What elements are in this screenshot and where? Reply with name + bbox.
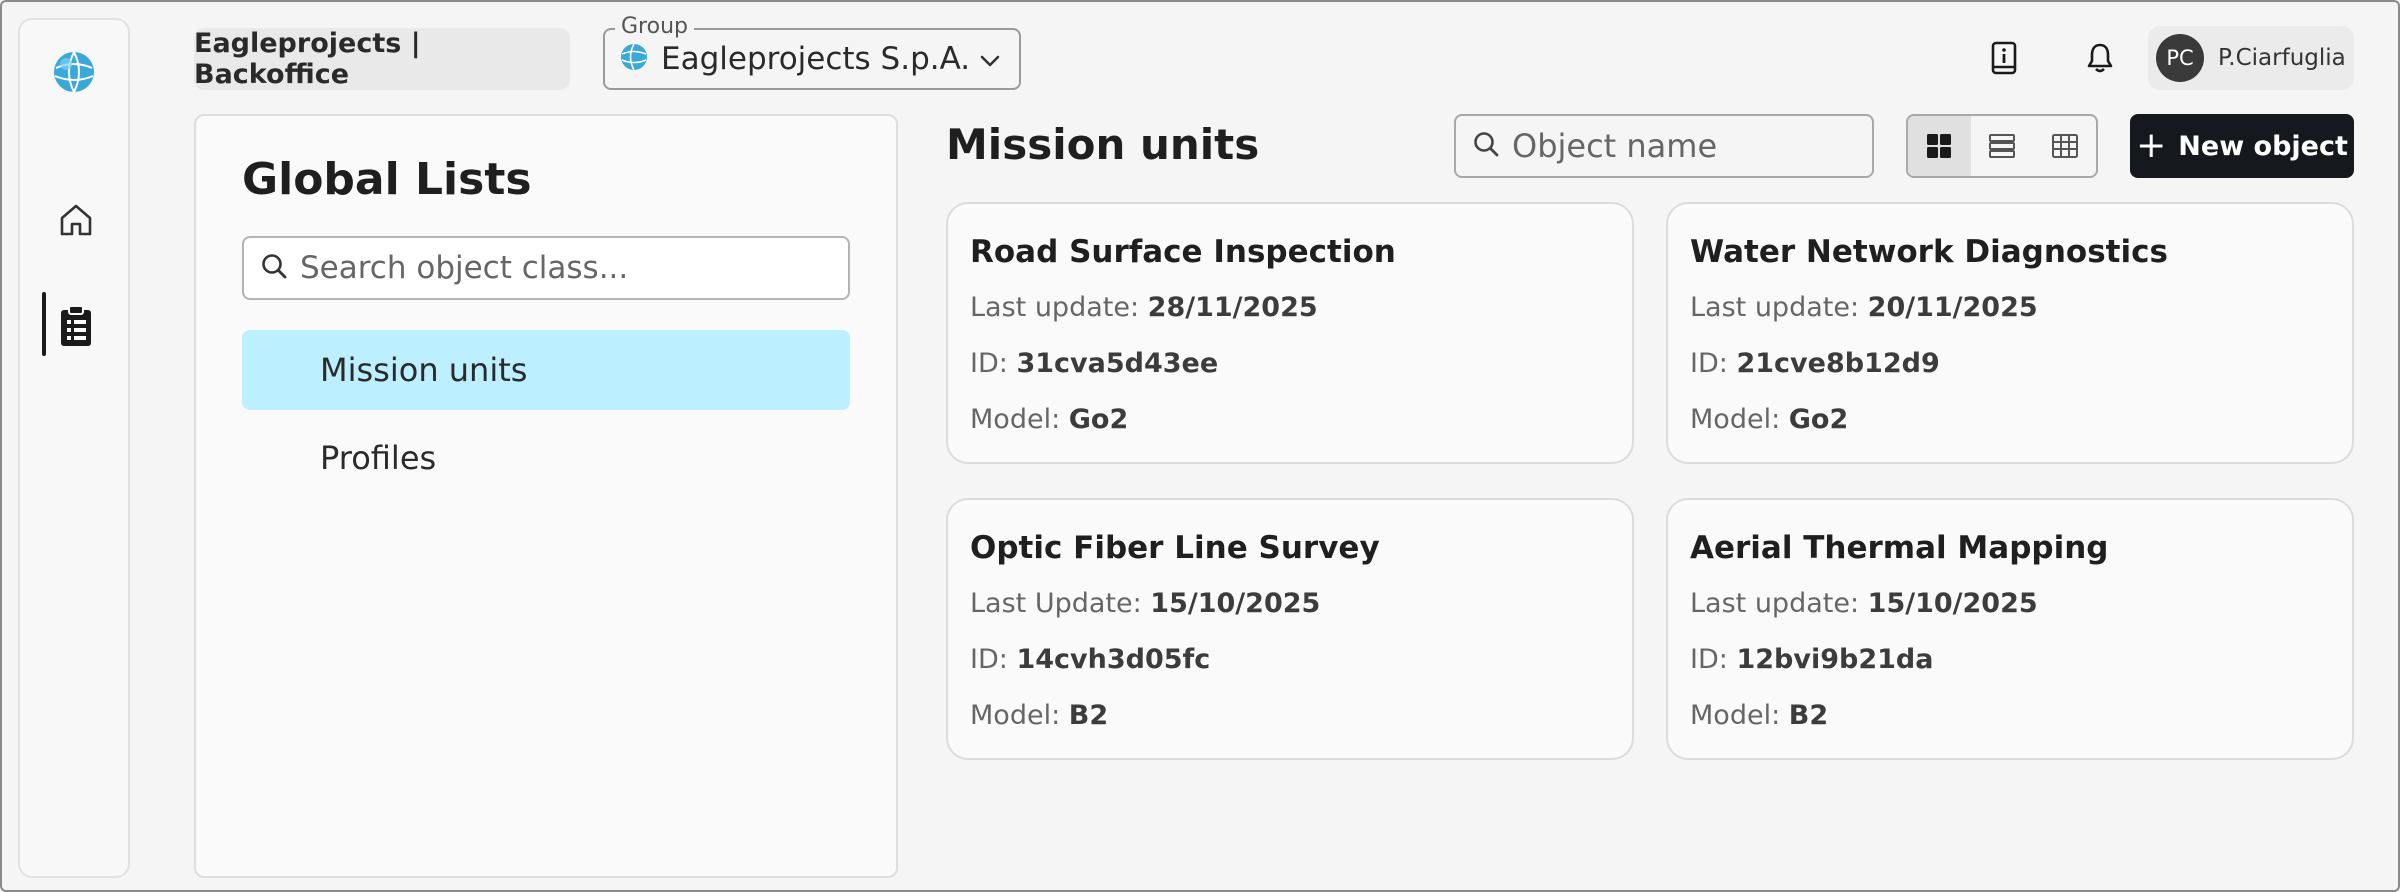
card-last-update: Last Update: 15/10/2025: [970, 588, 1321, 619]
global-lists-panel: Global Lists Mission units Profiles: [194, 114, 898, 878]
card-id: ID: 21cve8b12d9: [1690, 348, 1940, 379]
grid-view-icon[interactable]: [1908, 116, 1971, 176]
card-id: ID: 14cvh3d05fc: [970, 644, 1211, 675]
card-model: Model: Go2: [1690, 404, 1849, 435]
view-mode-toggle: [1906, 114, 2098, 178]
user-name: P.Ciarfuglia: [2218, 45, 2346, 71]
card-last-update: Last update: 28/11/2025: [970, 292, 1318, 323]
card-title: Optic Fiber Line Survey: [970, 530, 1380, 566]
table-view-icon[interactable]: [2033, 116, 2096, 176]
globe-small-icon: [619, 42, 649, 76]
active-indicator: [42, 292, 46, 356]
class-search-field[interactable]: [242, 236, 850, 300]
search-icon: [260, 252, 288, 284]
object-card[interactable]: Optic Fiber Line Survey Last Update: 15/…: [946, 498, 1634, 760]
object-search-field[interactable]: [1454, 114, 1874, 178]
clipboard-list-icon[interactable]: [48, 298, 104, 354]
list-item-label: Mission units: [320, 351, 528, 389]
card-last-update: Last update: 20/11/2025: [1690, 292, 2038, 323]
book-info-icon[interactable]: [1982, 36, 2026, 80]
home-icon[interactable]: [48, 192, 104, 248]
search-icon: [1472, 130, 1500, 162]
panel-title: Global Lists: [242, 154, 532, 205]
list-view-icon[interactable]: [1971, 116, 2034, 176]
avatar: PC: [2156, 34, 2204, 82]
list-item-label: Profiles: [320, 439, 437, 477]
globe-logo-icon[interactable]: [52, 50, 96, 94]
new-object-label: New object: [2178, 130, 2348, 162]
group-value: Eagleprojects S.p.A.: [661, 41, 971, 77]
card-model: Model: B2: [970, 700, 1109, 731]
group-label: Group: [615, 14, 694, 39]
card-model: Model: B2: [1690, 700, 1829, 731]
chevron-down-icon: [977, 48, 1003, 78]
card-last-update: Last update: 15/10/2025: [1690, 588, 2038, 619]
group-select[interactable]: Group Eagleprojects S.p.A.: [603, 14, 1021, 90]
app-name: Eagleprojects | Backoffice: [194, 28, 421, 90]
object-search-input[interactable]: [1512, 127, 1852, 165]
new-object-button[interactable]: + New object: [2130, 114, 2354, 178]
bell-icon[interactable]: [2078, 36, 2122, 80]
nav-rail: [18, 18, 130, 878]
page-title: Mission units: [946, 120, 1260, 169]
card-id: ID: 12bvi9b21da: [1690, 644, 1934, 675]
card-id: ID: 31cva5d43ee: [970, 348, 1219, 379]
user-menu[interactable]: PC P.Ciarfuglia: [2148, 26, 2354, 90]
card-model: Model: Go2: [970, 404, 1129, 435]
object-card[interactable]: Water Network Diagnostics Last update: 2…: [1666, 202, 2354, 464]
list-item-mission-units[interactable]: Mission units: [242, 330, 850, 410]
app-name-chip[interactable]: Eagleprojects | Backoffice: [194, 28, 570, 90]
card-title: Water Network Diagnostics: [1690, 234, 2168, 270]
object-card[interactable]: Aerial Thermal Mapping Last update: 15/1…: [1666, 498, 2354, 760]
card-title: Aerial Thermal Mapping: [1690, 530, 2109, 566]
object-card[interactable]: Road Surface Inspection Last update: 28/…: [946, 202, 1634, 464]
list-item-profiles[interactable]: Profiles: [242, 418, 850, 498]
card-title: Road Surface Inspection: [970, 234, 1396, 270]
class-search-input[interactable]: [300, 250, 820, 286]
plus-icon: +: [2136, 125, 2167, 166]
app-window: Eagleprojects | Backoffice Group Eaglepr…: [0, 0, 2400, 892]
